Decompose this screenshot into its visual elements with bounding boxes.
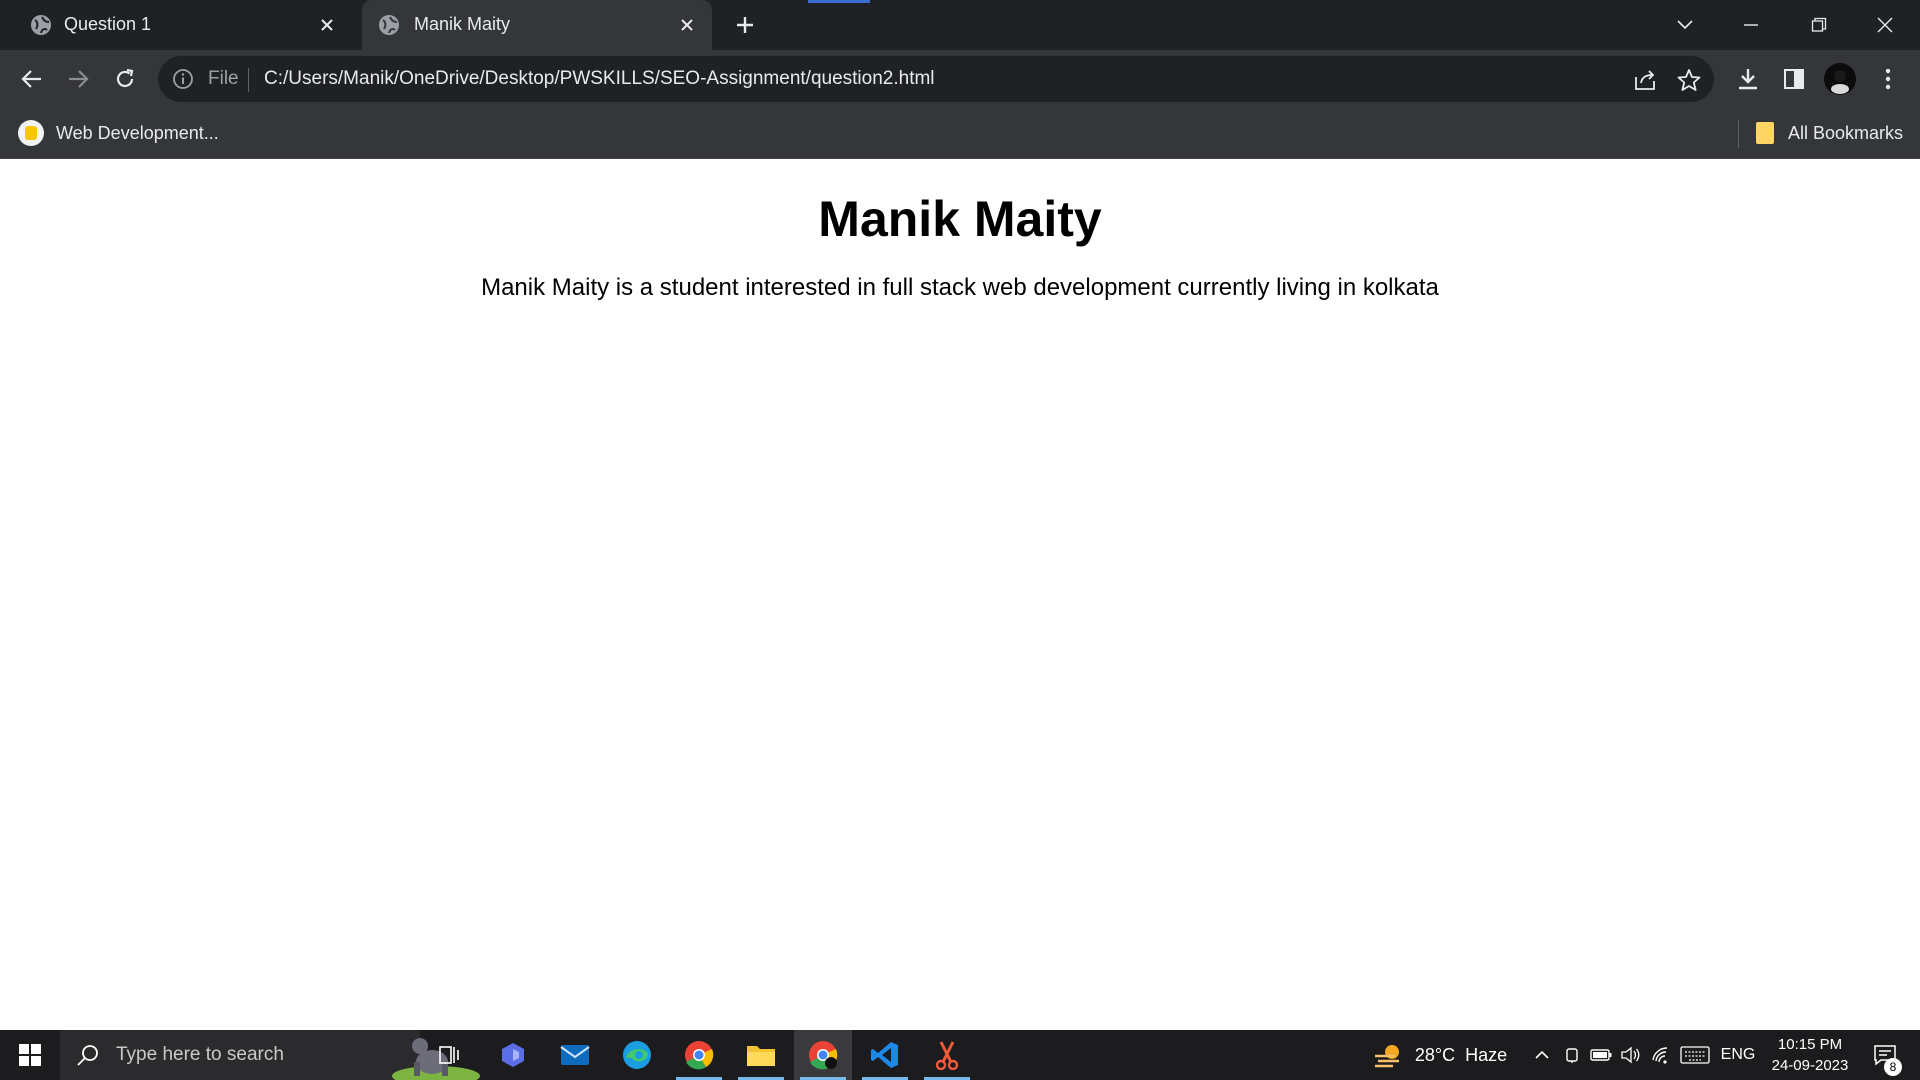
globe-icon bbox=[31, 15, 51, 35]
scissors-icon bbox=[935, 1041, 959, 1070]
mail-icon bbox=[560, 1045, 590, 1065]
arrow-right-icon bbox=[69, 70, 89, 88]
wifi-icon bbox=[1652, 1047, 1668, 1064]
folder-icon bbox=[1756, 122, 1774, 144]
url-text[interactable]: C:/Users/Manik/OneDrive/Desktop/PWSKILLS… bbox=[264, 68, 935, 90]
restore-button[interactable] bbox=[1786, 0, 1852, 50]
profile-avatar[interactable] bbox=[1824, 63, 1856, 95]
all-bookmarks-label: All Bookmarks bbox=[1788, 122, 1904, 143]
chrome-app-button[interactable] bbox=[670, 1030, 728, 1080]
bookmark-favicon-icon bbox=[18, 120, 44, 146]
close-tab-icon[interactable] bbox=[316, 14, 338, 36]
tab-strip: Question 1 Manik Maity bbox=[0, 0, 1920, 50]
minimize-icon bbox=[1744, 24, 1758, 26]
bookmarks-divider bbox=[1738, 120, 1739, 148]
chrome-profile-icon bbox=[809, 1041, 838, 1070]
restore-icon bbox=[1811, 17, 1827, 32]
close-tab-icon[interactable] bbox=[676, 14, 698, 36]
weather-widget[interactable]: 28°C Haze bbox=[1370, 1030, 1510, 1080]
search-icon bbox=[77, 1045, 98, 1066]
vscode-icon bbox=[871, 1042, 898, 1068]
language-label: ENG bbox=[1720, 1046, 1756, 1063]
star-icon[interactable] bbox=[1676, 67, 1702, 93]
bookmark-label: Web Development... bbox=[56, 122, 219, 143]
windows-logo-icon bbox=[19, 1044, 41, 1066]
tab-drag-indicator bbox=[808, 0, 870, 3]
chrome-icon bbox=[685, 1041, 714, 1070]
info-icon[interactable] bbox=[172, 68, 194, 90]
share-icon[interactable] bbox=[1632, 67, 1658, 93]
tab-manik-maity[interactable]: Manik Maity bbox=[362, 0, 712, 50]
bookmarks-bar: Web Development... All Bookmarks bbox=[0, 108, 1920, 159]
browser-menu-button[interactable] bbox=[1872, 63, 1904, 95]
weather-text: 28°C Haze bbox=[1414, 1044, 1508, 1065]
copilot-app-button[interactable] bbox=[484, 1030, 542, 1080]
vscode-app-button[interactable] bbox=[856, 1030, 914, 1080]
start-button[interactable] bbox=[0, 1030, 60, 1080]
kebab-menu-icon bbox=[1885, 68, 1891, 90]
search-placeholder: Type here to search bbox=[116, 1044, 284, 1065]
show-hidden-icons-button[interactable] bbox=[1530, 1030, 1554, 1080]
task-view-icon bbox=[439, 1046, 459, 1064]
browser-toolbar: File C:/Users/Manik/OneDrive/Desktop/PWS… bbox=[0, 50, 1920, 108]
volume-tray-icon[interactable] bbox=[1618, 1030, 1644, 1080]
new-tab-button[interactable] bbox=[730, 10, 760, 40]
chevron-down-icon bbox=[1677, 20, 1693, 30]
chrome-active-app-button[interactable] bbox=[794, 1030, 852, 1080]
taskbar-clock[interactable]: 10:15 PM 24-09-2023 bbox=[1764, 1034, 1856, 1076]
reload-button[interactable] bbox=[109, 63, 141, 95]
plus-icon bbox=[737, 17, 753, 33]
tab-search-button[interactable] bbox=[1652, 0, 1718, 50]
downloads-button[interactable] bbox=[1732, 63, 1764, 95]
page-heading: Manik Maity bbox=[818, 191, 1102, 247]
folder-icon bbox=[747, 1046, 775, 1066]
close-icon bbox=[1877, 17, 1893, 33]
bookmark-web-development[interactable]: Web Development... bbox=[18, 118, 219, 148]
url-scheme-label: File bbox=[208, 68, 239, 89]
battery-tray-icon[interactable] bbox=[1588, 1030, 1614, 1080]
side-panel-icon bbox=[1784, 69, 1804, 89]
globe-icon bbox=[379, 15, 399, 35]
taskbar-search-box[interactable]: Type here to search bbox=[60, 1030, 480, 1080]
page-paragraph: Manik Maity is a student interested in f… bbox=[481, 274, 1439, 301]
file-explorer-app-button[interactable] bbox=[732, 1030, 790, 1080]
network-tray-icon[interactable] bbox=[1648, 1030, 1674, 1080]
side-panel-button[interactable] bbox=[1778, 63, 1810, 95]
windows-taskbar: Type here to search 28°C Haze ENG 10:15 … bbox=[0, 1030, 1920, 1080]
notification-count-badge: 8 bbox=[1884, 1058, 1902, 1076]
reload-icon bbox=[116, 68, 134, 88]
edge-icon bbox=[623, 1041, 651, 1069]
page-viewport: Manik Maity Manik Maity is a student int… bbox=[0, 160, 1920, 1030]
edge-app-button[interactable] bbox=[608, 1030, 666, 1080]
clock-time: 10:15 PM bbox=[1777, 1036, 1843, 1053]
battery-icon bbox=[1590, 1049, 1612, 1061]
snipping-tool-app-button[interactable] bbox=[918, 1030, 976, 1080]
speaker-icon bbox=[1621, 1046, 1640, 1064]
input-language-button[interactable]: ENG bbox=[1716, 1030, 1760, 1080]
close-window-button[interactable] bbox=[1852, 0, 1918, 50]
chevron-up-icon bbox=[1535, 1050, 1549, 1059]
mail-app-button[interactable] bbox=[546, 1030, 604, 1080]
tab-question-1[interactable]: Question 1 bbox=[0, 0, 360, 50]
device-icon bbox=[1566, 1048, 1578, 1063]
task-view-button[interactable] bbox=[420, 1030, 478, 1080]
forward-button[interactable] bbox=[62, 63, 94, 95]
clock-date: 24-09-2023 bbox=[1771, 1057, 1849, 1074]
tab-title: Question 1 bbox=[64, 14, 152, 34]
all-bookmarks-button[interactable]: All Bookmarks bbox=[1756, 118, 1903, 148]
address-bar[interactable]: File C:/Users/Manik/OneDrive/Desktop/PWS… bbox=[158, 56, 1714, 102]
tab-title: Manik Maity bbox=[414, 14, 511, 34]
notification-center-button[interactable]: 8 bbox=[1862, 1030, 1908, 1080]
address-divider bbox=[248, 68, 249, 92]
copilot-icon bbox=[502, 1043, 524, 1067]
avatar-icon bbox=[1824, 63, 1856, 95]
meet-now-tray-icon[interactable] bbox=[1560, 1030, 1584, 1080]
keyboard-icon bbox=[1680, 1046, 1710, 1064]
minimize-button[interactable] bbox=[1718, 0, 1784, 50]
back-button[interactable] bbox=[16, 63, 48, 95]
touch-keyboard-button[interactable] bbox=[1678, 1030, 1712, 1080]
arrow-left-icon bbox=[21, 70, 41, 88]
download-icon bbox=[1739, 69, 1757, 90]
haze-weather-icon bbox=[1374, 1045, 1399, 1068]
